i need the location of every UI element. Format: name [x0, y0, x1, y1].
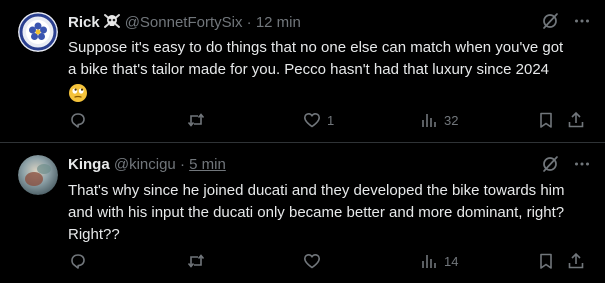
separator: ·: [246, 14, 252, 31]
analytics-icon: [422, 255, 436, 268]
view-count: 32: [444, 112, 459, 128]
repost-button[interactable]: [187, 110, 211, 130]
share-button[interactable]: [567, 110, 585, 130]
bookmark-icon: [540, 112, 552, 128]
tweet-text-line: a bike that's tailor made for you. Pecco…: [68, 61, 550, 78]
reply-icon: [71, 254, 85, 269]
repost-button[interactable]: [187, 251, 211, 271]
bookmark-button[interactable]: [537, 110, 555, 130]
avatar[interactable]: [18, 12, 58, 52]
heart-icon: [304, 254, 320, 269]
skull-crossbones-icon: [103, 12, 121, 36]
grok-icon[interactable]: [541, 12, 559, 35]
grok-icon[interactable]: [541, 155, 559, 178]
repost-icon: [187, 113, 205, 127]
analytics-icon: [422, 114, 436, 127]
heart-icon: [304, 113, 320, 128]
more-options-icon[interactable]: [573, 155, 591, 178]
bookmark-button[interactable]: [537, 251, 555, 271]
handle[interactable]: @SonnetFortySix: [125, 14, 243, 31]
tweet-header: Kinga @kincigu · 5 min: [68, 155, 593, 175]
separator: ·: [179, 156, 185, 173]
like-count: 1: [327, 112, 335, 128]
timestamp[interactable]: 12 min: [256, 14, 301, 31]
display-name[interactable]: Kinga: [68, 156, 110, 173]
reply-button[interactable]: [69, 251, 93, 271]
rolling-eyes-emoji: [68, 83, 88, 110]
view-count: 14: [444, 253, 459, 269]
reply-icon: [71, 113, 85, 128]
action-bar: 14: [60, 251, 591, 271]
tweet-text: Suppose it's easy to do things that no o…: [68, 37, 593, 110]
repost-icon: [187, 254, 205, 268]
handle[interactable]: @kincigu: [114, 156, 176, 173]
display-name[interactable]: Rick: [68, 14, 100, 31]
tweet[interactable]: Rick @SonnetFortySix · 12 min Suppose it…: [0, 0, 605, 143]
more-options-icon[interactable]: [573, 12, 591, 35]
share-icon: [568, 252, 584, 269]
timestamp[interactable]: 5 min: [189, 156, 226, 173]
tweet-text-line: That's why since he joined ducati and th…: [68, 182, 565, 199]
share-icon: [568, 111, 584, 128]
tweet-text-line: Suppose it's easy to do things that no o…: [68, 39, 564, 56]
views-button[interactable]: 32: [420, 110, 458, 130]
reply-button[interactable]: [69, 110, 93, 130]
avatar[interactable]: [18, 155, 58, 195]
share-button[interactable]: [567, 251, 585, 271]
action-bar: 1 32: [60, 110, 591, 130]
tweet-header: Rick @SonnetFortySix · 12 min: [68, 12, 593, 32]
bookmark-icon: [540, 253, 552, 269]
tweet-text: That's why since he joined ducati and th…: [68, 180, 593, 246]
tweet-text-line: Right??: [68, 226, 120, 243]
tweet-text-line: and with his input the ducati only becam…: [68, 204, 565, 221]
views-button[interactable]: 14: [420, 251, 458, 271]
like-button[interactable]: 1: [303, 110, 334, 130]
like-button[interactable]: [303, 251, 327, 271]
tweet[interactable]: Kinga @kincigu · 5 min That's why since …: [0, 143, 605, 283]
